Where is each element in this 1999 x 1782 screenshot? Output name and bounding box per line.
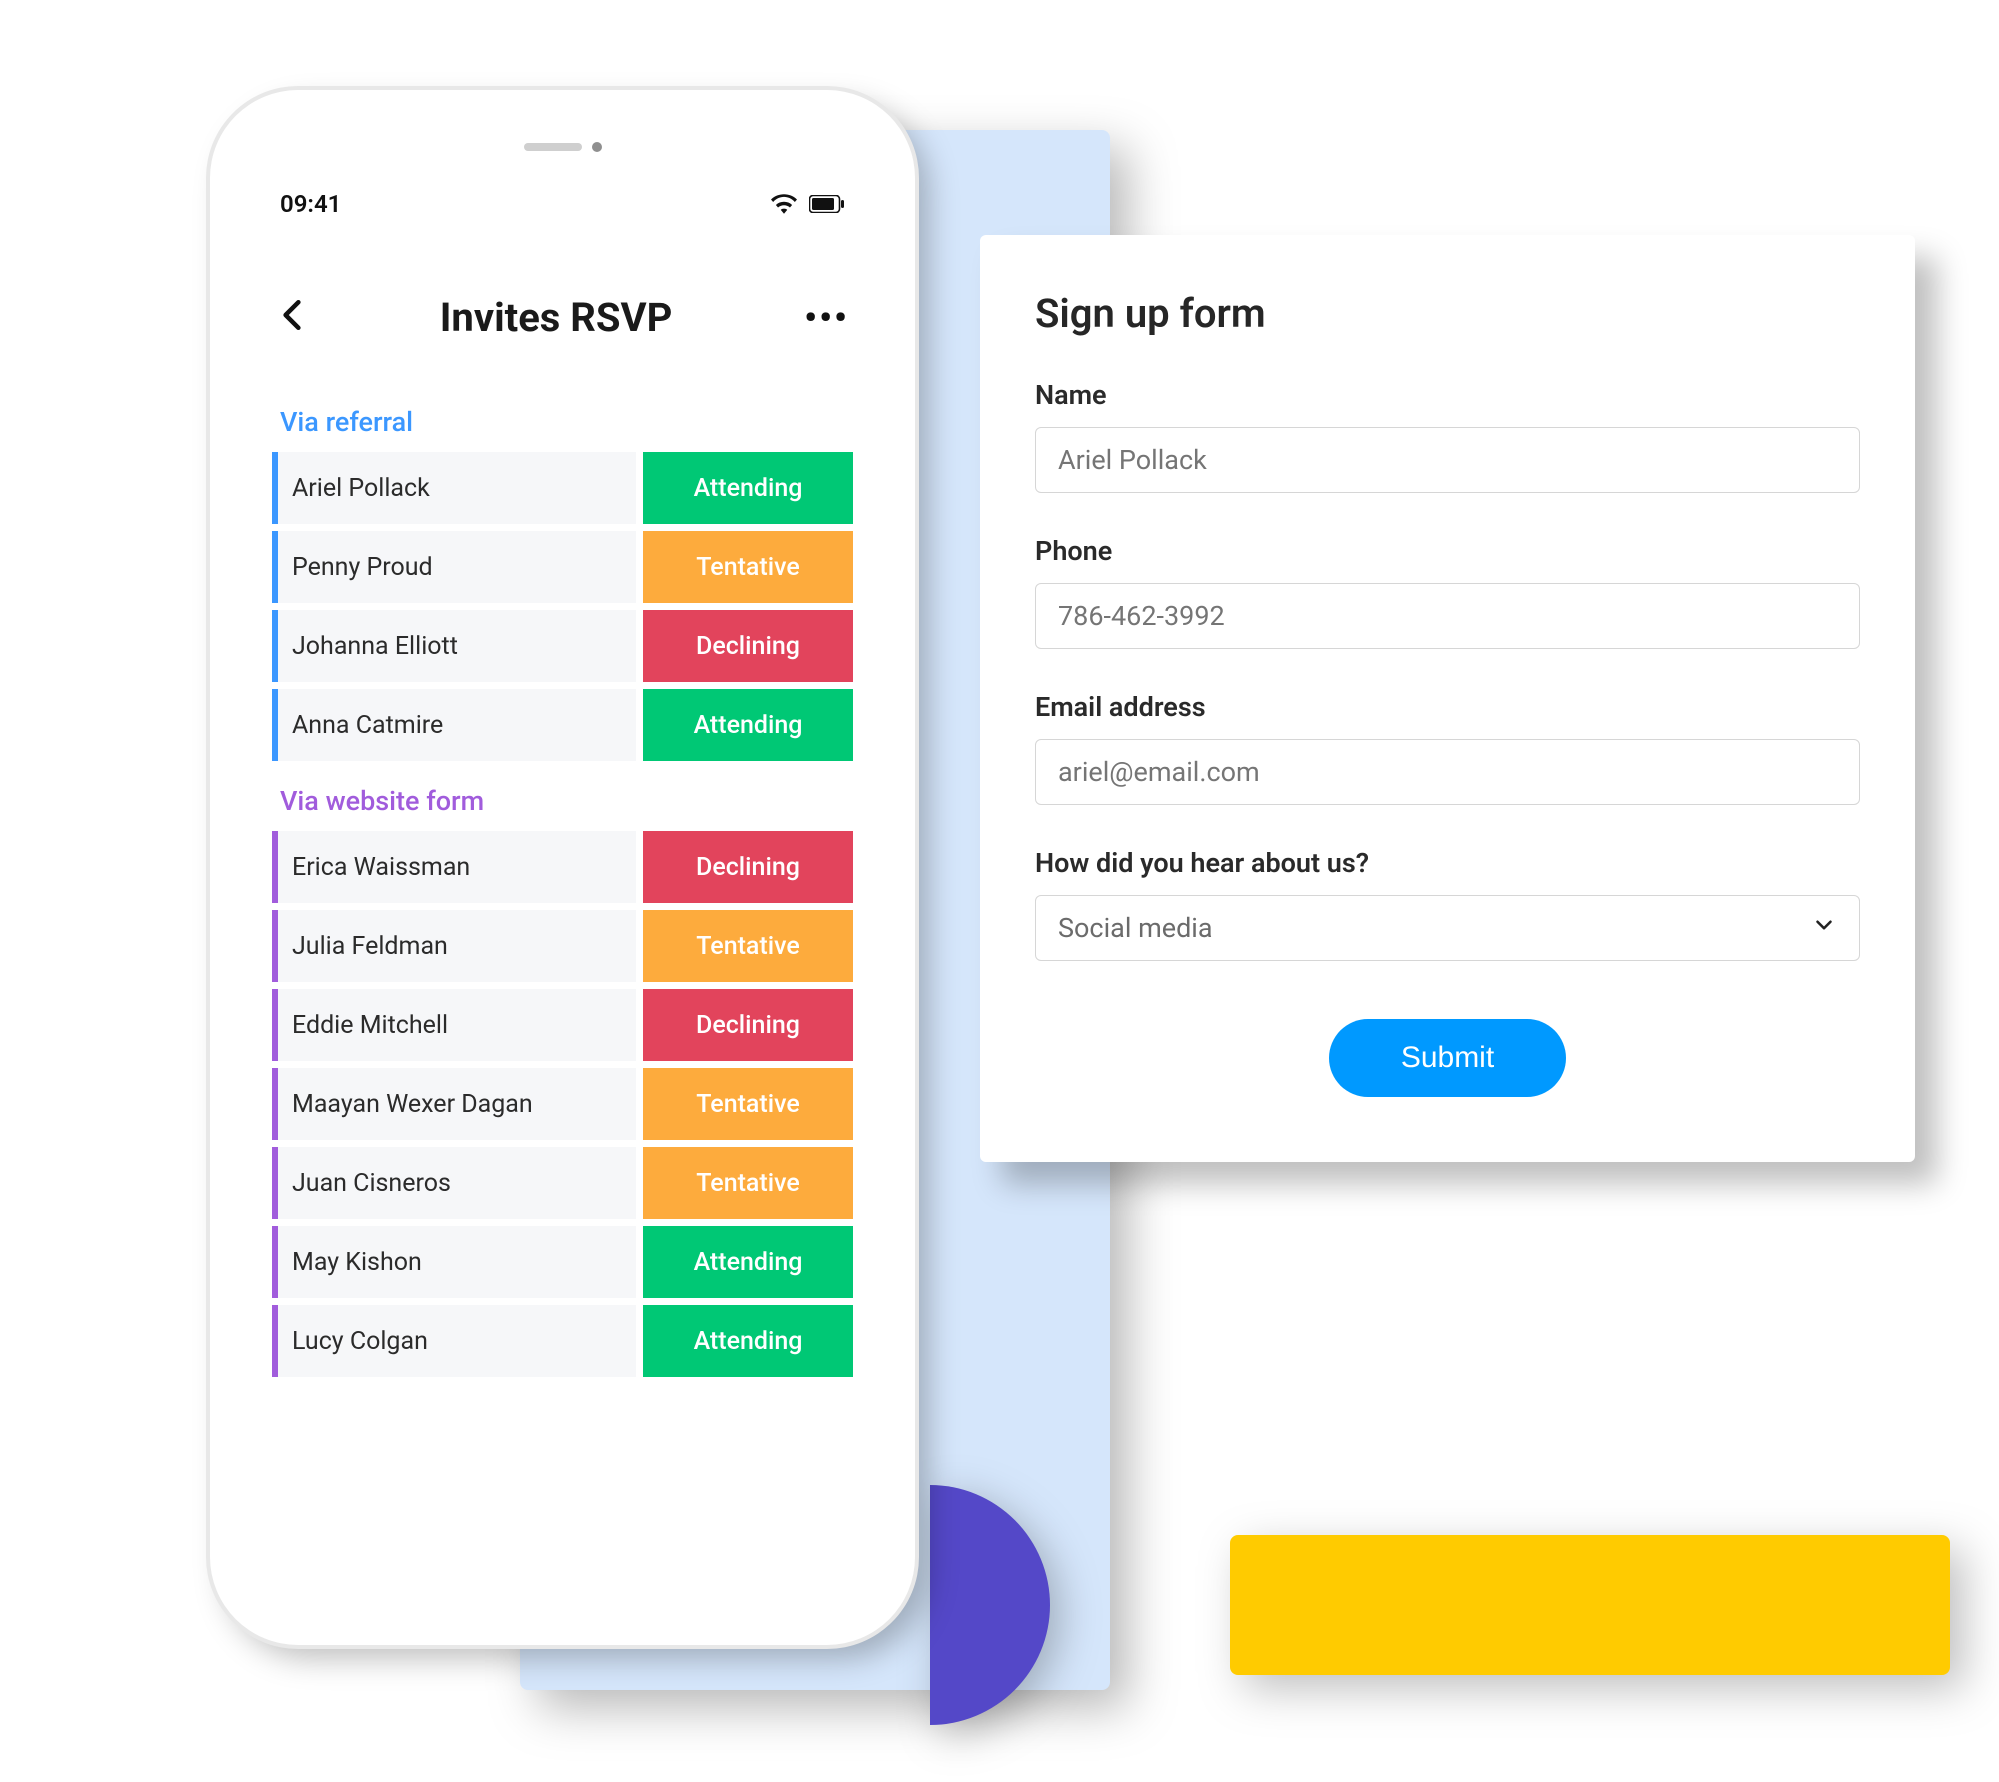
group-color-stripe bbox=[272, 1068, 278, 1140]
group-color-stripe bbox=[272, 531, 278, 603]
page-title: Invites RSVP bbox=[440, 294, 673, 341]
group-color-stripe bbox=[272, 1147, 278, 1219]
list-item[interactable]: Penny Proud Tentative bbox=[272, 531, 853, 603]
group-color-stripe bbox=[272, 1305, 278, 1377]
invitee-name: Eddie Mitchell bbox=[292, 1011, 448, 1040]
list-item[interactable]: Ariel Pollack Attending bbox=[272, 452, 853, 524]
list-item[interactable]: Maayan Wexer Dagan Tentative bbox=[272, 1068, 853, 1140]
phone-input[interactable] bbox=[1035, 583, 1860, 649]
list-item[interactable]: Erica Waissman Declining bbox=[272, 831, 853, 903]
group-color-stripe bbox=[272, 452, 278, 524]
invitee-name-cell[interactable]: Julia Feldman bbox=[272, 910, 636, 982]
source-label: How did you hear about us? bbox=[1035, 847, 1860, 879]
invitee-name-cell[interactable]: May Kishon bbox=[272, 1226, 636, 1298]
email-input[interactable] bbox=[1035, 739, 1860, 805]
chevron-down-icon bbox=[1811, 912, 1837, 945]
source-select-value: Social media bbox=[1058, 912, 1213, 944]
group-color-stripe bbox=[272, 831, 278, 903]
invitee-name: Penny Proud bbox=[292, 553, 433, 582]
invitee-name-cell[interactable]: Eddie Mitchell bbox=[272, 989, 636, 1061]
invitee-name-cell[interactable]: Penny Proud bbox=[272, 531, 636, 603]
battery-icon bbox=[809, 195, 845, 213]
invitee-name-cell[interactable]: Ariel Pollack bbox=[272, 452, 636, 524]
list-item[interactable]: Julia Feldman Tentative bbox=[272, 910, 853, 982]
invitee-name: Julia Feldman bbox=[292, 932, 448, 961]
phone-notch bbox=[524, 142, 602, 152]
list-item[interactable]: Juan Cisneros Tentative bbox=[272, 1147, 853, 1219]
rsvp-status-cell[interactable]: Tentative bbox=[643, 910, 853, 982]
rsvp-status-cell[interactable]: Attending bbox=[643, 1305, 853, 1377]
invitee-name: Lucy Colgan bbox=[292, 1327, 428, 1356]
list-item[interactable]: May Kishon Attending bbox=[272, 1226, 853, 1298]
rsvp-status-cell[interactable]: Tentative bbox=[643, 1068, 853, 1140]
invitee-name: May Kishon bbox=[292, 1248, 422, 1277]
invitee-name: Anna Catmire bbox=[292, 711, 443, 740]
invitee-name: Erica Waissman bbox=[292, 853, 470, 882]
list-item[interactable]: Anna Catmire Attending bbox=[272, 689, 853, 761]
rsvp-status-cell[interactable]: Attending bbox=[643, 689, 853, 761]
invitee-name: Ariel Pollack bbox=[292, 474, 430, 503]
invitee-name-cell[interactable]: Juan Cisneros bbox=[272, 1147, 636, 1219]
group-header[interactable]: Via referral bbox=[272, 382, 853, 452]
source-select[interactable]: Social media bbox=[1035, 895, 1860, 961]
invitee-name: Juan Cisneros bbox=[292, 1169, 451, 1198]
form-title: Sign up form bbox=[1035, 290, 1860, 337]
phone-label: Phone bbox=[1035, 535, 1860, 567]
rsvp-status-cell[interactable]: Declining bbox=[643, 831, 853, 903]
group-color-stripe bbox=[272, 910, 278, 982]
group-color-stripe bbox=[272, 1226, 278, 1298]
rsvp-status-cell[interactable]: Declining bbox=[643, 989, 853, 1061]
back-button[interactable] bbox=[272, 287, 312, 348]
invitee-name: Maayan Wexer Dagan bbox=[292, 1090, 533, 1119]
invitee-name-cell[interactable]: Maayan Wexer Dagan bbox=[272, 1068, 636, 1140]
group-color-stripe bbox=[272, 610, 278, 682]
phone-mockup: 09:41 Invites RSVP ••• Via referralAri bbox=[210, 90, 915, 1645]
rsvp-status-cell[interactable]: Tentative bbox=[643, 1147, 853, 1219]
invitee-name-cell[interactable]: Erica Waissman bbox=[272, 831, 636, 903]
rsvp-status-cell[interactable]: Tentative bbox=[643, 531, 853, 603]
rsvp-status-cell[interactable]: Attending bbox=[643, 452, 853, 524]
email-label: Email address bbox=[1035, 691, 1860, 723]
wifi-icon bbox=[771, 194, 797, 214]
submit-button[interactable]: Submit bbox=[1329, 1019, 1566, 1097]
list-item[interactable]: Johanna Elliott Declining bbox=[272, 610, 853, 682]
invitee-name-cell[interactable]: Johanna Elliott bbox=[272, 610, 636, 682]
name-input[interactable] bbox=[1035, 427, 1860, 493]
invitee-name-cell[interactable]: Lucy Colgan bbox=[272, 1305, 636, 1377]
group-color-stripe bbox=[272, 989, 278, 1061]
list-item[interactable]: Lucy Colgan Attending bbox=[272, 1305, 853, 1377]
decorative-yellow-rect bbox=[1230, 1535, 1950, 1675]
group-header[interactable]: Via website form bbox=[272, 761, 853, 831]
list-item[interactable]: Eddie Mitchell Declining bbox=[272, 989, 853, 1061]
rsvp-status-cell[interactable]: Attending bbox=[643, 1226, 853, 1298]
invitee-name: Johanna Elliott bbox=[292, 632, 458, 661]
name-label: Name bbox=[1035, 379, 1860, 411]
group-color-stripe bbox=[272, 689, 278, 761]
more-button[interactable]: ••• bbox=[800, 291, 853, 345]
invitee-name-cell[interactable]: Anna Catmire bbox=[272, 689, 636, 761]
signup-form-card: Sign up form Name Phone Email address Ho… bbox=[980, 235, 1915, 1162]
status-time: 09:41 bbox=[280, 190, 341, 218]
rsvp-status-cell[interactable]: Declining bbox=[643, 610, 853, 682]
